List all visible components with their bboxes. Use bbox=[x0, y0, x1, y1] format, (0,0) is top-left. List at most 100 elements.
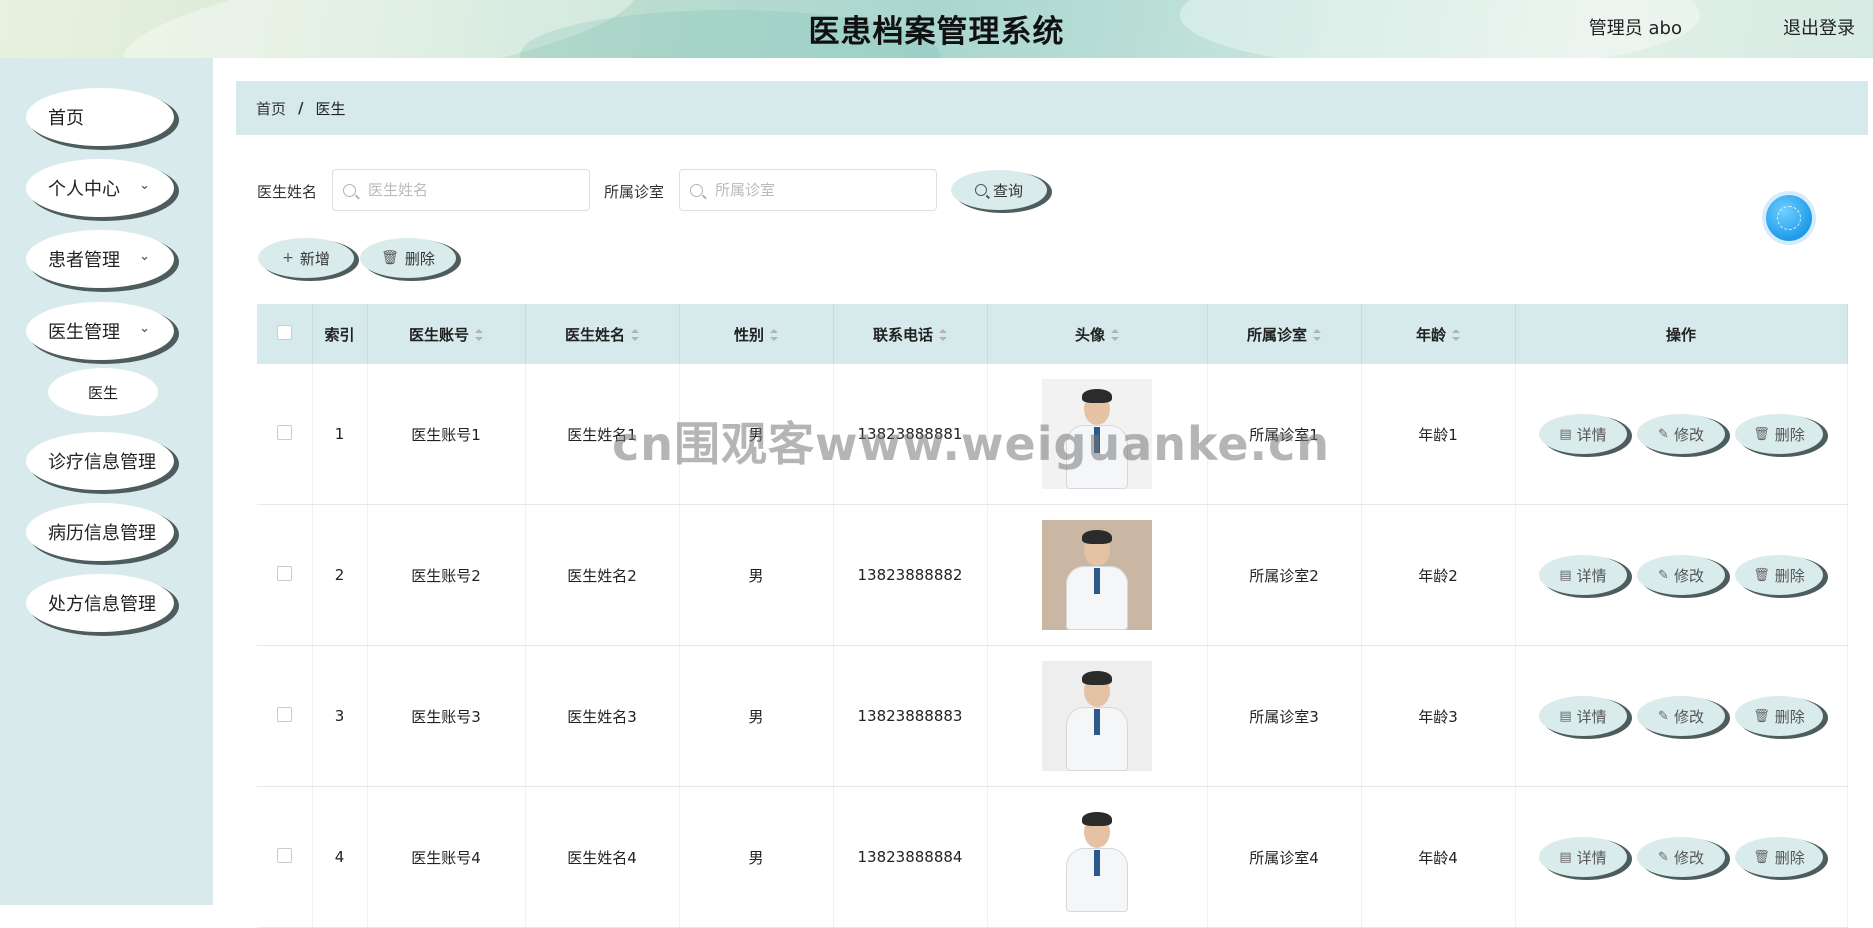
sort-icon[interactable] bbox=[770, 329, 778, 341]
search-icon bbox=[343, 183, 356, 197]
row-checkbox[interactable] bbox=[276, 706, 292, 722]
age-cell: 年龄1 bbox=[1361, 364, 1516, 505]
trash-icon: 🗑 bbox=[1753, 708, 1770, 724]
avatar-cell bbox=[987, 364, 1208, 505]
chevron-down-icon: ⌄ bbox=[139, 249, 150, 264]
name-cell: 医生姓名2 bbox=[525, 504, 680, 646]
detail-button[interactable]: ▤ 详情 bbox=[1539, 696, 1627, 736]
column-header[interactable]: 年龄 bbox=[1361, 304, 1516, 364]
account-cell: 医生账号2 bbox=[367, 504, 526, 646]
index-cell: 3 bbox=[312, 645, 368, 787]
row-checkbox[interactable] bbox=[276, 847, 292, 863]
clinic-input[interactable] bbox=[713, 180, 917, 200]
document-icon: ▤ bbox=[1559, 849, 1572, 865]
sidebar-subitem-doctor[interactable]: 医生 bbox=[48, 368, 158, 416]
delete-button[interactable]: 🗑 删除 bbox=[1735, 837, 1823, 877]
clinic-field[interactable] bbox=[679, 169, 937, 211]
query-button[interactable]: 查询 bbox=[951, 170, 1047, 210]
sort-icon[interactable] bbox=[939, 329, 947, 341]
sidebar-item-label: 病历信息管理 bbox=[48, 523, 156, 544]
chevron-down-icon: ⌄ bbox=[139, 321, 150, 336]
account-cell: 医生账号4 bbox=[367, 786, 526, 928]
row-checkbox[interactable] bbox=[276, 424, 292, 440]
chevron-down-icon: ⌄ bbox=[139, 178, 150, 193]
avatar[interactable] bbox=[1042, 802, 1152, 912]
detail-button[interactable]: ▤ 详情 bbox=[1539, 837, 1627, 877]
batch-delete-button[interactable]: 🗑 删除 bbox=[360, 238, 456, 278]
account-cell: 医生账号3 bbox=[367, 645, 526, 787]
index-cell: 2 bbox=[312, 504, 368, 646]
logout-link[interactable]: 退出登录 bbox=[1783, 14, 1855, 40]
detail-button[interactable]: ▤ 详情 bbox=[1539, 555, 1627, 595]
account-cell: 医生账号1 bbox=[367, 364, 526, 505]
delete-button[interactable]: 🗑 删除 bbox=[1735, 414, 1823, 454]
name-cell: 医生姓名1 bbox=[525, 364, 680, 505]
add-button[interactable]: + 新增 bbox=[258, 238, 354, 278]
table-row: 2 医生账号2 医生姓名2 男 13823888882 所属诊室2 年龄2 ▤ 详情 ✎ 修改 🗑 删除 bbox=[257, 504, 1848, 646]
column-header[interactable]: 头像 bbox=[987, 304, 1208, 364]
column-header[interactable]: 医生姓名 bbox=[525, 304, 680, 364]
table-row: 1 医生账号1 医生姓名1 男 13823888881 所属诊室1 年龄1 ▤ 详情 ✎ 修改 🗑 删除 bbox=[257, 364, 1848, 505]
sort-icon[interactable] bbox=[1313, 329, 1321, 341]
column-header[interactable]: 医生账号 bbox=[367, 304, 526, 364]
row-checkbox[interactable] bbox=[276, 565, 292, 581]
breadcrumb-home[interactable]: 首页 bbox=[256, 98, 286, 119]
sidebar-item-label: 个人中心 bbox=[48, 179, 120, 200]
sidebar-item-diagnosis[interactable]: 诊疗信息管理 bbox=[26, 432, 174, 490]
avatar-cell bbox=[987, 645, 1208, 787]
select-all-checkbox[interactable] bbox=[276, 324, 292, 340]
top-header: 医患档案管理系统 管理员 abo 退出登录 bbox=[0, 0, 1873, 58]
sidebar-item-profile[interactable]: 个人中心 ⌄ bbox=[26, 159, 174, 217]
gender-cell: 男 bbox=[679, 364, 834, 505]
sidebar-item-label: 医生管理 bbox=[48, 322, 120, 343]
actions-cell: ▤ 详情 ✎ 修改 🗑 删除 bbox=[1515, 364, 1848, 505]
sidebar-item-doctors[interactable]: 医生管理 ⌄ bbox=[26, 302, 174, 360]
gender-cell: 男 bbox=[679, 504, 834, 646]
phone-cell: 13823888884 bbox=[833, 786, 988, 928]
column-header[interactable]: 联系电话 bbox=[833, 304, 988, 364]
delete-button[interactable]: 🗑 删除 bbox=[1735, 555, 1823, 595]
sort-icon[interactable] bbox=[631, 329, 639, 341]
column-header[interactable]: 所属诊室 bbox=[1207, 304, 1362, 364]
doctor-name-field[interactable] bbox=[332, 169, 590, 211]
breadcrumb-separator: / bbox=[298, 99, 304, 117]
edit-button[interactable]: ✎ 修改 bbox=[1637, 555, 1725, 595]
document-icon: ▤ bbox=[1559, 567, 1572, 583]
trash-icon: 🗑 bbox=[1753, 567, 1770, 583]
avatar[interactable] bbox=[1042, 661, 1152, 771]
avatar-cell bbox=[987, 786, 1208, 928]
edit-button[interactable]: ✎ 修改 bbox=[1637, 696, 1725, 736]
sidebar-item-home[interactable]: 首页 bbox=[26, 88, 174, 146]
edit-button[interactable]: ✎ 修改 bbox=[1637, 414, 1725, 454]
trash-icon: 🗑 bbox=[1753, 849, 1770, 865]
sidebar: 首页 个人中心 ⌄ 患者管理 ⌄ 医生管理 ⌄ 医生 诊疗信息管理 病历信息管理… bbox=[0, 58, 213, 905]
doctor-name-input[interactable] bbox=[366, 180, 570, 200]
floating-action-icon[interactable] bbox=[1766, 195, 1812, 241]
row-select-cell bbox=[257, 364, 313, 505]
column-header: 索引 bbox=[312, 304, 368, 364]
detail-button[interactable]: ▤ 详情 bbox=[1539, 414, 1627, 454]
sidebar-item-prescriptions[interactable]: 处方信息管理 bbox=[26, 574, 174, 632]
column-header[interactable]: 性别 bbox=[679, 304, 834, 364]
actions-cell: ▤ 详情 ✎ 修改 🗑 删除 bbox=[1515, 504, 1848, 646]
delete-button[interactable]: 🗑 删除 bbox=[1735, 696, 1823, 736]
sort-icon[interactable] bbox=[1452, 329, 1460, 341]
age-cell: 年龄4 bbox=[1361, 786, 1516, 928]
row-select-cell bbox=[257, 645, 313, 787]
document-icon: ▤ bbox=[1559, 708, 1572, 724]
plus-icon: + bbox=[282, 250, 294, 266]
edit-button[interactable]: ✎ 修改 bbox=[1637, 837, 1725, 877]
pencil-icon: ✎ bbox=[1658, 849, 1669, 865]
search-icon bbox=[690, 183, 703, 197]
sort-icon[interactable] bbox=[1111, 329, 1119, 341]
avatar[interactable] bbox=[1042, 520, 1152, 630]
avatar[interactable] bbox=[1042, 379, 1152, 489]
sidebar-item-label: 处方信息管理 bbox=[48, 594, 156, 615]
pencil-icon: ✎ bbox=[1658, 426, 1669, 442]
sidebar-item-records[interactable]: 病历信息管理 bbox=[26, 503, 174, 561]
sidebar-item-patients[interactable]: 患者管理 ⌄ bbox=[26, 230, 174, 288]
table-row: 4 医生账号4 医生姓名4 男 13823888884 所属诊室4 年龄4 ▤ 详情 ✎ 修改 🗑 删除 bbox=[257, 786, 1848, 928]
sort-icon[interactable] bbox=[475, 329, 483, 341]
phone-cell: 13823888882 bbox=[833, 504, 988, 646]
column-header: 操作 bbox=[1515, 304, 1848, 364]
